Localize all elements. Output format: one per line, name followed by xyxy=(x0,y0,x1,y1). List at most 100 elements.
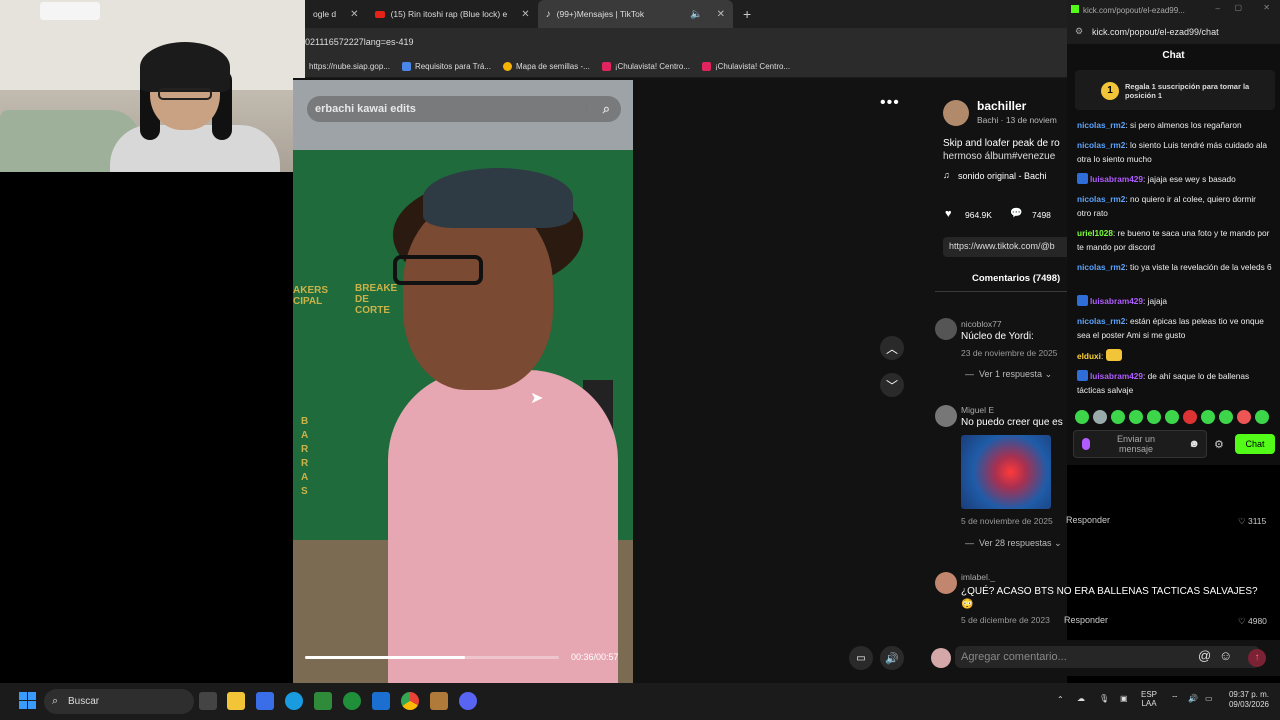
search-icon: ⌕ xyxy=(52,695,59,707)
chevron-up-icon[interactable]: ⌃ xyxy=(1057,695,1064,704)
emote-icon[interactable] xyxy=(1201,410,1215,424)
address-bar[interactable]: 021116572227lang=es-419 xyxy=(305,28,1067,56)
comment-user[interactable]: imlabel._ xyxy=(961,572,995,582)
emote-icon[interactable] xyxy=(1129,410,1143,424)
bookmark-item[interactable]: Mapa de semillas -... xyxy=(503,62,590,71)
new-tab-button[interactable]: + xyxy=(743,6,751,22)
tab-youtube[interactable]: (15) Rin itoshi rap (Blue lock) e ✕ xyxy=(367,0,538,28)
doc-icon xyxy=(401,62,411,71)
share-link[interactable]: https://www.tiktok.com/@b xyxy=(943,237,1067,257)
tab-label: (99+)Mensajes | TikTok xyxy=(556,9,645,19)
chat-message: nicolas_rm2: no quiero ir al colee, quie… xyxy=(1077,194,1256,218)
author-name[interactable]: bachiller xyxy=(977,99,1026,113)
site-icon xyxy=(701,62,711,71)
view-replies[interactable]: — Ver 1 respuesta ⌄ xyxy=(965,369,1052,380)
view-replies[interactable]: — Ver 28 respuestas ⌄ xyxy=(965,538,1062,549)
taskbar: ⌕ Buscar ⌃ ☁ 🎙 ▣ ESP LAA ⌔ 🔊 ▭ 09:37 p. m… xyxy=(0,683,1280,720)
previous-video-button[interactable]: ︿ xyxy=(880,336,904,360)
author-avatar[interactable] xyxy=(943,100,969,126)
cloud-icon[interactable]: ☁ xyxy=(1077,694,1085,703)
speaker-icon[interactable]: 🔈 xyxy=(690,9,702,20)
comment-input[interactable]: Agregar comentario... xyxy=(955,646,1260,668)
emote-icon[interactable] xyxy=(1075,410,1089,424)
tab-comments[interactable]: Comentarios (7498) xyxy=(972,273,1060,284)
outlook-icon[interactable] xyxy=(372,692,390,710)
mic-icon[interactable]: 🎙 xyxy=(1099,694,1109,703)
reply-button[interactable]: Responder xyxy=(1064,615,1108,625)
close-icon[interactable]: ✕ xyxy=(350,9,358,20)
taskbar-search[interactable]: ⌕ Buscar xyxy=(44,689,194,714)
site-info-icon[interactable]: ⚙ xyxy=(1075,26,1083,37)
kick-url-bar[interactable]: ⚙ kick.com/popout/el-ezad99/chat xyxy=(1067,20,1280,44)
next-video-button[interactable]: ﹀ xyxy=(880,373,904,397)
bookmark-item[interactable]: ¡Chulavista! Centro... xyxy=(601,62,690,71)
speaker-icon[interactable]: 🔊 xyxy=(1188,694,1198,703)
battery-icon[interactable]: ▭ xyxy=(1205,694,1213,703)
search-icon[interactable]: ⌕ xyxy=(603,101,610,117)
caption-line-1: Skip and loafer peak de ro xyxy=(943,138,1060,149)
kick-titlebar: kick.com/popout/el-ezad99... – ▢ ✕ xyxy=(1067,0,1280,20)
game-icon[interactable] xyxy=(430,692,448,710)
comment-user[interactable]: Miguel E xyxy=(961,405,994,415)
emote-icon[interactable] xyxy=(1183,410,1197,424)
emote-icon[interactable] xyxy=(1093,410,1107,424)
store-icon[interactable]: ⌂ xyxy=(1190,438,1197,450)
heart-icon[interactable]: ♥ xyxy=(945,208,952,220)
emote-icon[interactable] xyxy=(1165,410,1179,424)
gift-sub-banner[interactable]: 1 Regala 1 suscripción para tomar la pos… xyxy=(1075,70,1275,110)
comment-icon[interactable]: 💬 xyxy=(1010,208,1022,219)
close-icon[interactable]: ✕ xyxy=(1263,3,1270,12)
sound-name[interactable]: sonido original - Bachi xyxy=(958,171,1047,181)
reply-button[interactable]: Responder xyxy=(1066,515,1110,525)
search-bar[interactable]: erbachi kawai edits ⌕ xyxy=(307,96,621,122)
store-icon[interactable] xyxy=(256,692,274,710)
app-icon[interactable] xyxy=(314,692,332,710)
close-icon[interactable]: ✕ xyxy=(717,9,725,20)
discord-icon[interactable] xyxy=(459,692,477,710)
mini-player-button[interactable]: ▭ xyxy=(849,646,873,670)
chevron-down-icon: ﹀ xyxy=(885,378,898,393)
windows-start-icon[interactable] xyxy=(19,692,37,710)
close-icon[interactable]: ✕ xyxy=(521,9,529,20)
comment-likes[interactable]: ♡ 3115 xyxy=(1238,516,1266,527)
comment-user[interactable]: nicoblox77 xyxy=(961,319,1002,329)
gear-icon[interactable]: ⚙ xyxy=(1214,438,1224,451)
emote-icon[interactable] xyxy=(1219,410,1233,424)
language-indicator[interactable]: ESP LAA xyxy=(1141,690,1157,708)
minimize-icon[interactable]: – xyxy=(1216,4,1220,13)
clock[interactable]: 09:37 p. m. 09/03/2026 xyxy=(1225,690,1269,710)
comment-likes[interactable]: ♡ 4980 xyxy=(1238,616,1267,627)
xbox-icon[interactable] xyxy=(343,692,361,710)
emoji-icon[interactable]: ☺ xyxy=(1219,648,1232,663)
task-view-icon[interactable] xyxy=(199,692,217,710)
edge-icon[interactable] xyxy=(285,692,303,710)
file-explorer-icon[interactable] xyxy=(227,692,245,710)
volume-button[interactable]: 🔊 xyxy=(880,646,904,670)
commenter-avatar[interactable] xyxy=(935,572,957,594)
tab-tiktok[interactable]: ♪ (99+)Mensajes | TikTok 🔈 ✕ xyxy=(537,0,733,28)
commenter-avatar[interactable] xyxy=(935,405,957,427)
wall-label: BREAKE DE CORTE xyxy=(355,283,398,316)
chrome-icon[interactable] xyxy=(401,692,419,710)
emote-icon[interactable] xyxy=(1147,410,1161,424)
mention-icon[interactable]: @ xyxy=(1198,648,1211,663)
send-chat-button[interactable]: Chat xyxy=(1235,434,1275,454)
wifi-icon[interactable]: ⌔ xyxy=(1171,694,1179,704)
ellipsis-icon: ••• xyxy=(880,94,900,111)
tab-google[interactable]: ogle d ✕ xyxy=(305,0,367,28)
mic-icon[interactable] xyxy=(1082,438,1090,450)
emote-icon[interactable] xyxy=(1237,410,1251,424)
chat-message-input[interactable]: Enviar un mensaje ☻ xyxy=(1073,430,1207,458)
emote-icon[interactable] xyxy=(1111,410,1125,424)
video-player[interactable]: AKERS CIPAL BREAKE DE CORTE BARRAS xyxy=(293,80,633,683)
more-options-button[interactable]: ••• xyxy=(880,94,906,120)
bookmark-item[interactable]: https://nube.siap.gop... xyxy=(309,62,390,71)
emote-icon[interactable] xyxy=(1255,410,1269,424)
maximize-icon[interactable]: ▢ xyxy=(1234,3,1242,12)
bookmark-item[interactable]: ¡Chulavista! Centro... xyxy=(701,62,790,71)
commenter-avatar[interactable] xyxy=(935,318,957,340)
comment-image[interactable] xyxy=(961,435,1051,509)
chat-icon[interactable]: ▣ xyxy=(1120,694,1128,703)
bookmark-item[interactable]: Requisitos para Trá... xyxy=(401,62,491,71)
post-comment-button[interactable]: ↑ xyxy=(1248,649,1266,667)
